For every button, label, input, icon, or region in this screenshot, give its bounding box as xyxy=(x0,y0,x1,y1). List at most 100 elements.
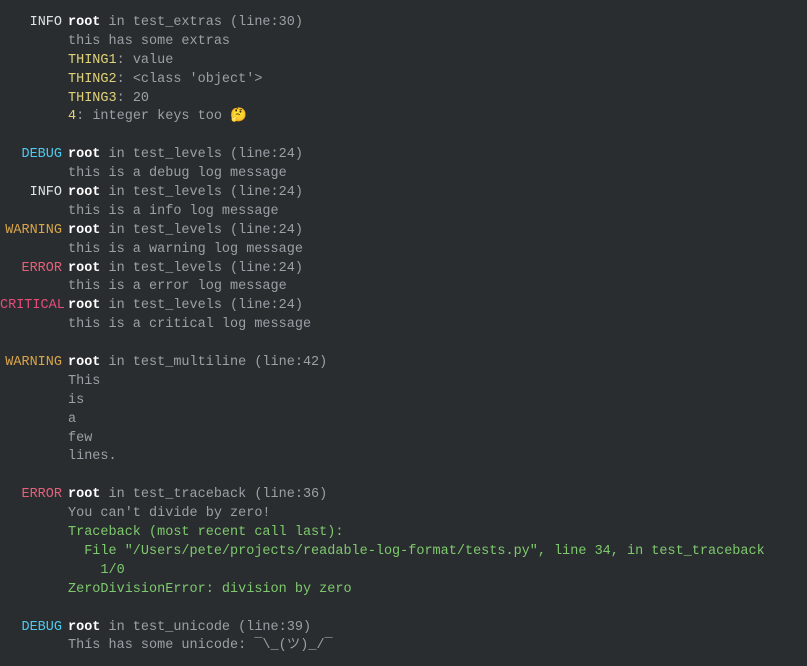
log-logger: root xyxy=(68,298,100,313)
log-message-line: This xyxy=(0,373,797,392)
log-message-line: a xyxy=(0,411,797,430)
log-level: DEBUG xyxy=(0,619,68,638)
log-logger: root xyxy=(68,261,100,276)
message-text: This xyxy=(68,374,100,389)
extra-value: <class 'object'> xyxy=(133,72,263,87)
extra-sep: : xyxy=(117,72,133,87)
message-text: this is a error log message xyxy=(68,279,287,294)
log-message-line: THING2: <class 'object'> xyxy=(0,71,797,90)
log-context: in test_levels (line:24) xyxy=(100,185,303,200)
log-message-line: this is a error log message xyxy=(0,278,797,297)
extra-value: integer keys too 🤔 xyxy=(92,109,247,124)
log-header: ERRORroot in test_traceback (line:36) xyxy=(0,486,797,505)
message-text: a xyxy=(68,412,76,427)
log-level: ERROR xyxy=(0,260,68,279)
message-text: is xyxy=(68,393,84,408)
log-context: in test_levels (line:24) xyxy=(100,298,303,313)
log-entry: INFOroot in test_levels (line:24)this is… xyxy=(0,184,797,222)
extra-key: THING3 xyxy=(68,91,117,106)
extra-key: 4 xyxy=(68,109,76,124)
log-message-line: is xyxy=(0,392,797,411)
log-message-line: You can't divide by zero! xyxy=(0,505,797,524)
log-context: in test_levels (line:24) xyxy=(100,223,303,238)
log-header: ERRORroot in test_levels (line:24) xyxy=(0,260,797,279)
log-logger: root xyxy=(68,223,100,238)
extra-sep: : xyxy=(117,91,133,106)
log-logger: root xyxy=(68,15,100,30)
log-header: WARNINGroot in test_levels (line:24) xyxy=(0,222,797,241)
log-level: INFO xyxy=(0,14,68,33)
log-logger: root xyxy=(68,620,100,635)
message-text: this is a debug log message xyxy=(68,166,287,181)
log-message-line: 4: integer keys too 🤔 xyxy=(0,108,797,127)
log-entry: WARNINGroot in test_multiline (line:42)T… xyxy=(0,354,797,467)
log-message-line: Thís has some unicode: ¯\_(ツ)_/¯ xyxy=(0,637,797,656)
log-logger: root xyxy=(68,487,100,502)
log-message-line: File "/Users/pete/projects/readable-log-… xyxy=(0,543,797,562)
message-text: this is a critical log message xyxy=(68,317,311,332)
log-header: DEBUGroot in test_levels (line:24) xyxy=(0,146,797,165)
log-message-line: this is a debug log message xyxy=(0,165,797,184)
log-header: WARNINGroot in test_multiline (line:42) xyxy=(0,354,797,373)
log-message-line: lines. xyxy=(0,448,797,467)
message-text: this is a warning log message xyxy=(68,242,303,257)
log-level: WARNING xyxy=(0,354,68,373)
blank-line xyxy=(0,600,797,619)
log-context: in test_levels (line:24) xyxy=(100,261,303,276)
log-header: INFOroot in test_extras (line:30) xyxy=(0,14,797,33)
log-message-line: 1/0 xyxy=(0,562,797,581)
message-text: few xyxy=(68,431,92,446)
log-entry: WARNINGroot in test_levels (line:24)this… xyxy=(0,222,797,260)
log-logger: root xyxy=(68,185,100,200)
blank-line xyxy=(0,335,797,354)
log-message-line: this has some extras xyxy=(0,33,797,52)
log-context: in test_multiline (line:42) xyxy=(100,355,327,370)
log-entry: ERRORroot in test_traceback (line:36)You… xyxy=(0,486,797,599)
extra-key: THING2 xyxy=(68,72,117,87)
log-message-line: this is a critical log message xyxy=(0,316,797,335)
log-logger: root xyxy=(68,355,100,370)
traceback-line: Traceback (most recent call last): xyxy=(68,525,343,540)
log-header: DEBUGroot in test_unicode (line:39) xyxy=(0,619,797,638)
log-header: CRITICALroot in test_levels (line:24) xyxy=(0,297,797,316)
log-level: WARNING xyxy=(0,222,68,241)
log-output: INFOroot in test_extras (line:30)this ha… xyxy=(0,0,807,666)
message-text: Thís has some unicode: ¯\_(ツ)_/¯ xyxy=(68,638,333,653)
log-level: INFO xyxy=(0,184,68,203)
extra-value: value xyxy=(133,53,174,68)
log-message-line: this is a info log message xyxy=(0,203,797,222)
log-message-line: this is a warning log message xyxy=(0,241,797,260)
message-text: this has some extras xyxy=(68,34,230,49)
extra-value: 20 xyxy=(133,91,149,106)
extra-key: THING1 xyxy=(68,53,117,68)
log-level: CRITICAL xyxy=(0,297,68,316)
log-context: in test_extras (line:30) xyxy=(100,15,303,30)
log-entry: DEBUGroot in test_unicode (line:39)Thís … xyxy=(0,619,797,657)
message-text: You can't divide by zero! xyxy=(68,506,271,521)
message-text: lines. xyxy=(68,449,117,464)
message-text: this is a info log message xyxy=(68,204,279,219)
log-context: in test_traceback (line:36) xyxy=(100,487,327,502)
traceback-line: File "/Users/pete/projects/readable-log-… xyxy=(68,544,765,559)
log-message-line: ZeroDivisionError: division by zero xyxy=(0,581,797,600)
traceback-line: ZeroDivisionError: division by zero xyxy=(68,582,352,597)
extra-sep: : xyxy=(76,109,92,124)
log-message-line: THING3: 20 xyxy=(0,90,797,109)
log-context: in test_levels (line:24) xyxy=(100,147,303,162)
log-message-line: THING1: value xyxy=(0,52,797,71)
log-logger: root xyxy=(68,147,100,162)
log-context: in test_unicode (line:39) xyxy=(100,620,311,635)
log-entry: DEBUGroot in test_levels (line:24)this i… xyxy=(0,146,797,184)
log-entry: CRITICALroot in test_levels (line:24)thi… xyxy=(0,297,797,335)
traceback-line: 1/0 xyxy=(68,563,125,578)
log-message-line: few xyxy=(0,430,797,449)
blank-line xyxy=(0,127,797,146)
log-message-line: Traceback (most recent call last): xyxy=(0,524,797,543)
blank-line xyxy=(0,467,797,486)
extra-sep: : xyxy=(117,53,133,68)
log-entry: INFOroot in test_extras (line:30)this ha… xyxy=(0,14,797,127)
log-level: ERROR xyxy=(0,486,68,505)
log-entry: ERRORroot in test_levels (line:24)this i… xyxy=(0,260,797,298)
log-level: DEBUG xyxy=(0,146,68,165)
log-header: INFOroot in test_levels (line:24) xyxy=(0,184,797,203)
